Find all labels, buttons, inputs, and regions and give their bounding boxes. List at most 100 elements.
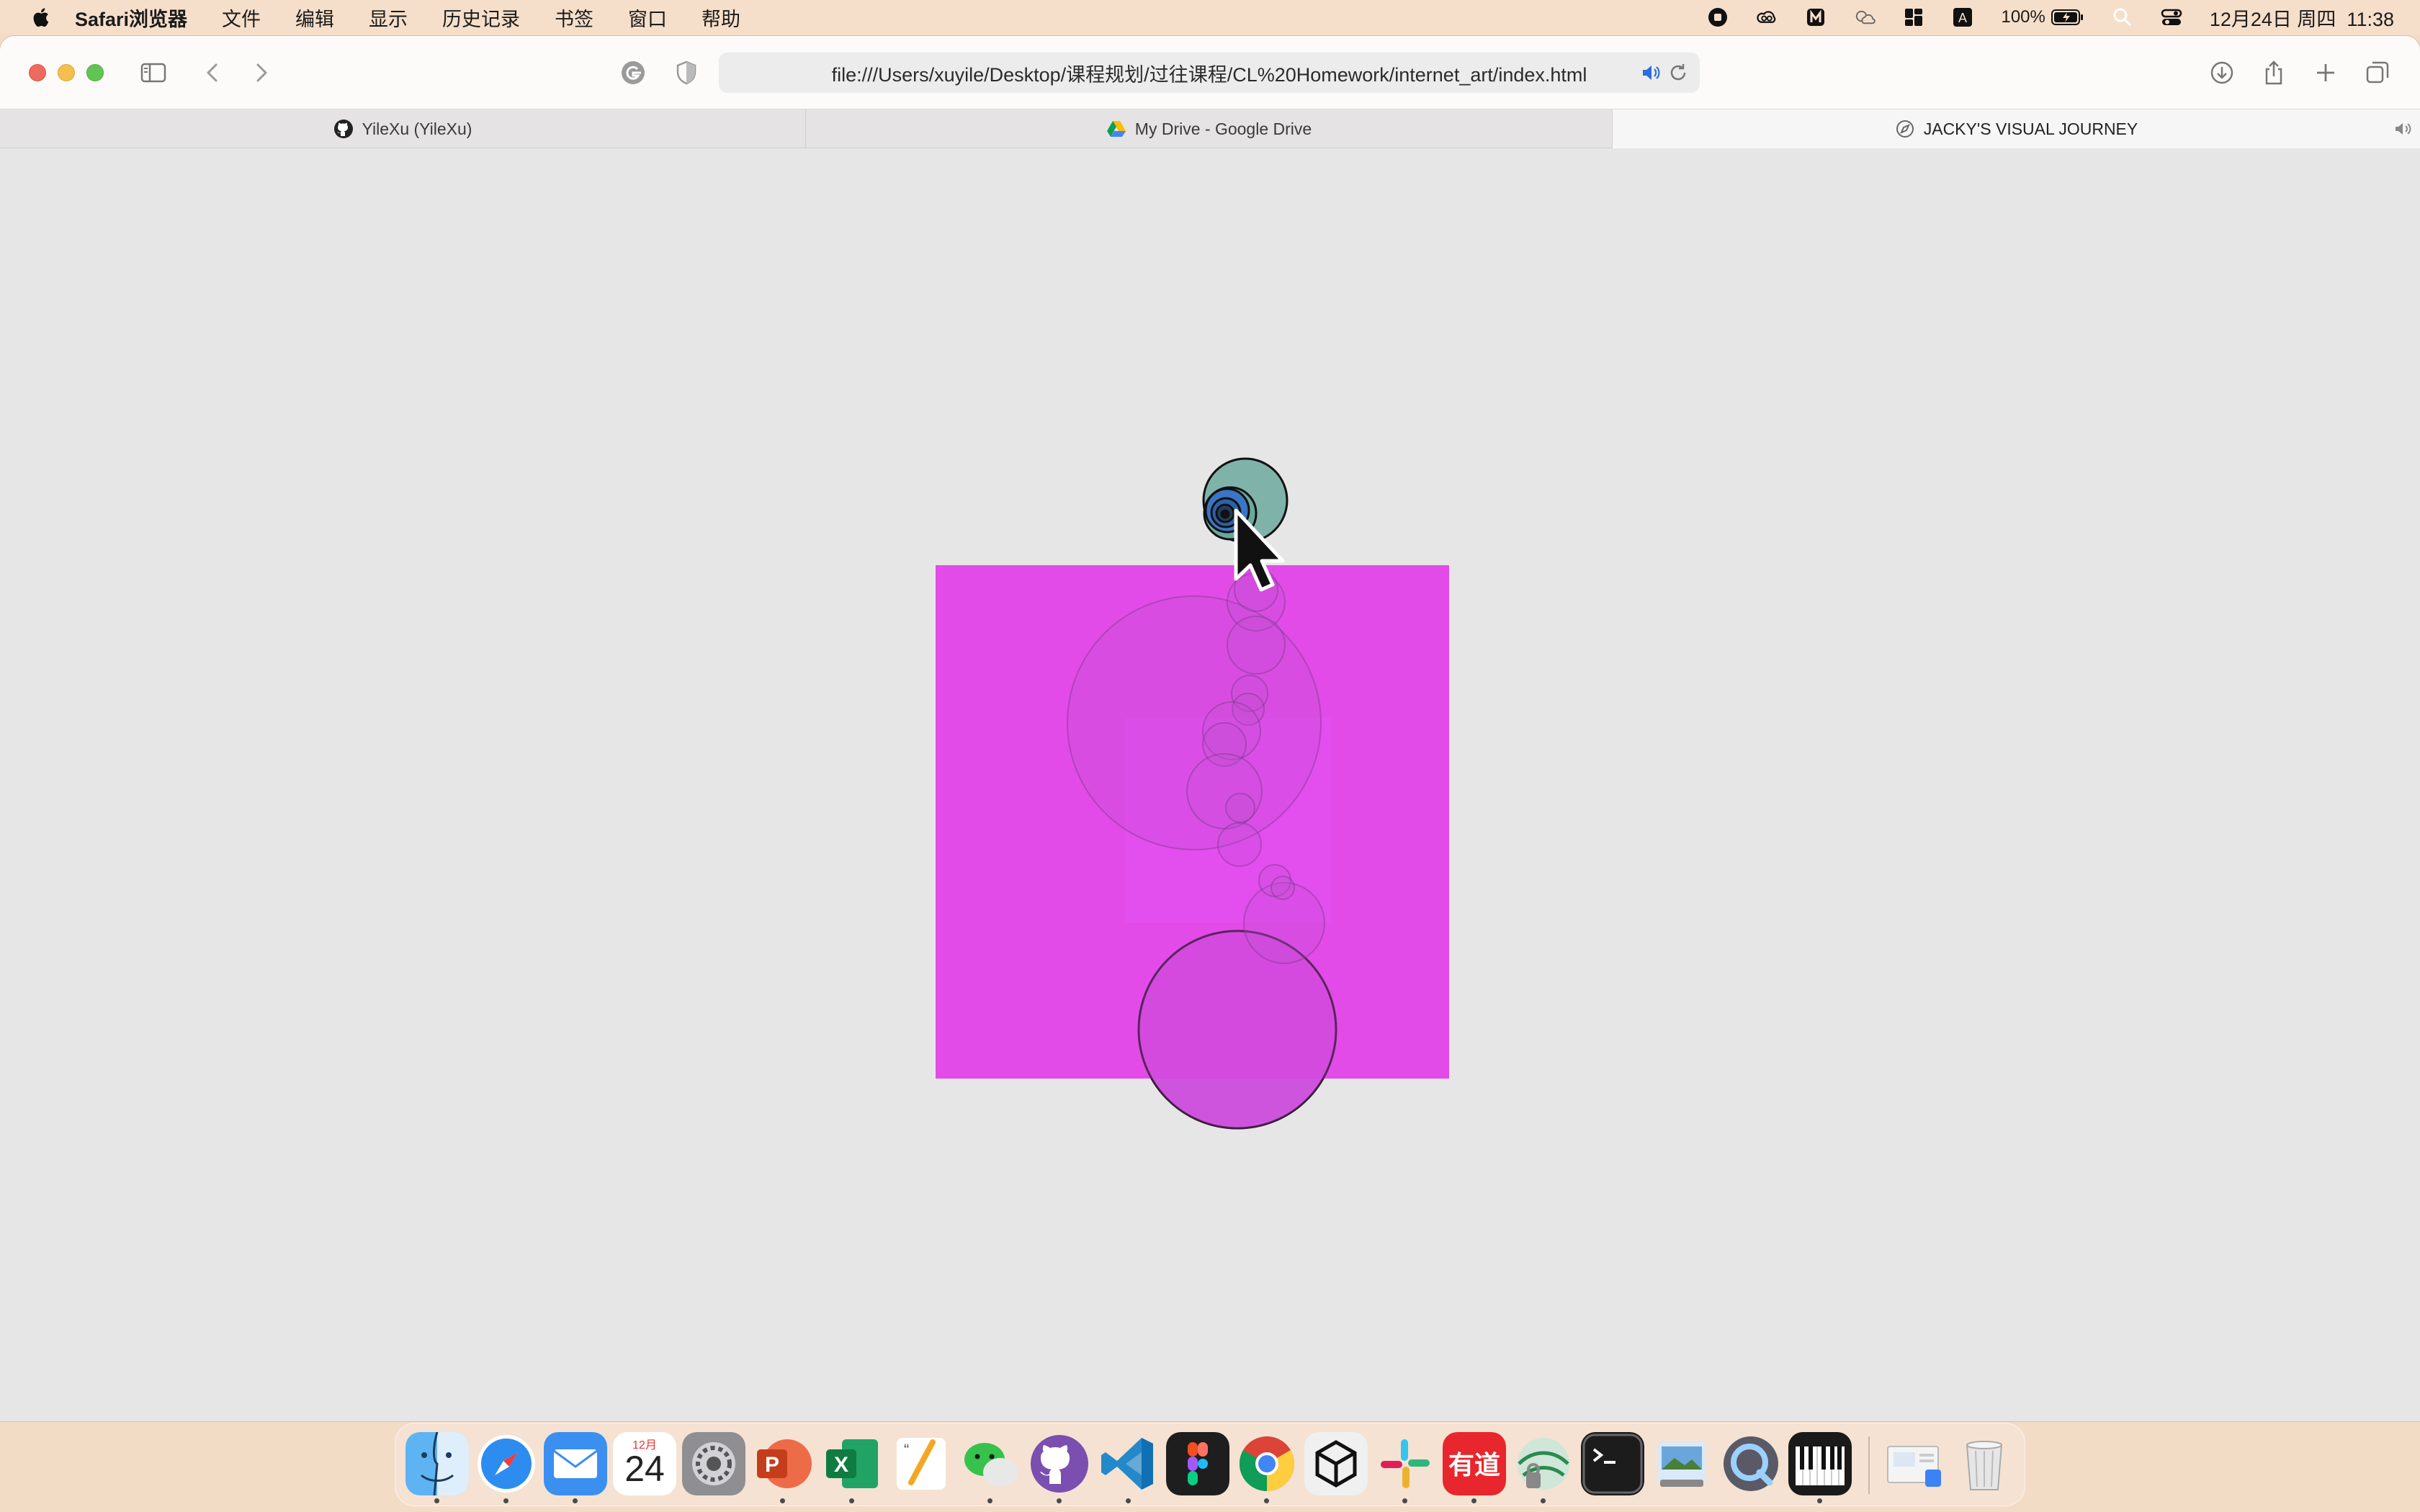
dock-terminal[interactable] [1581, 1432, 1644, 1495]
unity-icon [1304, 1432, 1368, 1495]
menu-bar: Safari浏览器 文件 编辑 显示 历史记录 书签 窗口 帮助 A 100% [0, 0, 2420, 35]
pages-icon: “ [897, 1438, 946, 1490]
dock-running-dot [780, 1498, 785, 1503]
dock-running-dot [1057, 1498, 1062, 1503]
address-bar[interactable]: file:///Users/xuyile/Desktop/课程规划/过往课程/C… [719, 53, 1700, 93]
dock-vscode[interactable] [1097, 1432, 1160, 1495]
privacy-shield-icon[interactable] [671, 58, 702, 88]
menu-window[interactable]: 窗口 [628, 4, 667, 32]
dock-trash[interactable] [1953, 1432, 2016, 1495]
terminal-icon [1581, 1432, 1644, 1495]
dock-excel[interactable]: X [820, 1432, 884, 1495]
svg-text:X: X [834, 1453, 848, 1477]
tab-speaker-icon[interactable] [2393, 119, 2413, 139]
menu-bookmarks[interactable]: 书签 [555, 4, 593, 32]
dock-quicktime[interactable] [1719, 1432, 1783, 1495]
weather-icon[interactable] [1854, 6, 1876, 28]
dock-running-dot [1541, 1498, 1546, 1503]
forward-arrow-icon[interactable] [246, 58, 277, 88]
dock-running-dot [573, 1498, 578, 1503]
dock-piano[interactable] [1788, 1432, 1852, 1495]
apple-icon[interactable] [30, 6, 50, 28]
dock-figma[interactable] [1166, 1432, 1229, 1495]
dock-running-dot [1402, 1498, 1407, 1503]
status-area: A 100% 12月24日 周四 11:38 [1680, 0, 2394, 35]
dock-running-dot [849, 1498, 854, 1503]
dock-calendar[interactable]: 12月 24 [613, 1432, 676, 1495]
dock-slack[interactable] [1373, 1432, 1437, 1495]
figma-icon [1166, 1432, 1229, 1495]
svg-text:“: “ [904, 1441, 909, 1459]
github-desktop-icon [1031, 1435, 1088, 1493]
menu-edit[interactable]: 编辑 [295, 4, 334, 32]
dock-system-preferences[interactable] [682, 1432, 745, 1495]
tab-github[interactable]: YileXu (YileXu) [0, 109, 806, 148]
dock-documents[interactable] [1883, 1432, 1947, 1495]
web-page-viewport[interactable] [0, 149, 2420, 1421]
dock-pages[interactable]: “ [889, 1432, 953, 1495]
zoom-window-button[interactable] [86, 64, 104, 81]
tab-title: YileXu (YileXu) [362, 119, 472, 138]
dock-mail[interactable] [544, 1432, 607, 1495]
dock-running-dot [1471, 1498, 1476, 1503]
vscode-icon [1101, 1438, 1153, 1490]
internet-art-canvas[interactable] [0, 149, 2420, 1421]
creative-cloud-icon[interactable] [1756, 6, 1778, 28]
dock-network[interactable] [1512, 1432, 1575, 1495]
menu-history[interactable]: 历史记录 [442, 4, 520, 32]
downloads-icon[interactable] [2207, 58, 2237, 88]
dock-running-dot [1126, 1498, 1131, 1503]
slack-icon [1381, 1439, 1430, 1488]
sidebar-toggle-icon[interactable] [138, 58, 169, 88]
new-tab-icon[interactable] [2311, 58, 2341, 88]
trash-icon [1966, 1441, 2003, 1490]
menu-help[interactable]: 帮助 [702, 4, 740, 32]
control-center-icon[interactable] [2161, 6, 2182, 28]
tab-bar: YileXu (YileXu) My Drive - Google Drive … [0, 109, 2420, 148]
battery-icon [2051, 9, 2083, 25]
share-icon[interactable] [2259, 58, 2289, 88]
dock-powerpoint[interactable]: P [751, 1432, 815, 1495]
dock-running-dot [1264, 1498, 1269, 1503]
dock-running-dot [434, 1498, 439, 1503]
screen-record-icon[interactable] [1707, 6, 1729, 28]
search-icon[interactable] [2112, 6, 2133, 28]
art-circle [1270, 876, 1295, 900]
menubar-datetime[interactable]: 12月24日 周四 11:38 [2210, 4, 2394, 32]
dock-unity[interactable] [1304, 1432, 1368, 1495]
url-text: file:///Users/xuyile/Desktop/课程规划/过往课程/C… [831, 63, 1587, 86]
maccy-icon[interactable] [1805, 6, 1827, 28]
input-method-icon[interactable]: A [1952, 6, 1973, 28]
menu-view[interactable]: 显示 [369, 4, 408, 32]
dock-finder[interactable] [405, 1432, 469, 1495]
dock-chrome[interactable] [1235, 1432, 1299, 1495]
extension-icon[interactable] [618, 58, 648, 88]
powerpoint-icon: P [757, 1439, 812, 1488]
youdao-icon: 有道 [1443, 1432, 1506, 1495]
dock-running-dot [503, 1498, 508, 1503]
art-circle [1217, 822, 1262, 867]
documents-stack-icon [1887, 1446, 1941, 1487]
back-arrow-icon[interactable] [197, 58, 228, 88]
dock-running-dot [987, 1498, 992, 1503]
dock-youdao[interactable]: 有道 [1443, 1432, 1506, 1495]
tab-visual-journey[interactable]: JACKY'S VISUAL JOURNEY [1613, 109, 2420, 148]
dock-safari[interactable] [475, 1432, 538, 1495]
dock-github-desktop[interactable] [1028, 1432, 1091, 1495]
svg-text:A: A [1958, 11, 1967, 25]
close-window-button[interactable] [29, 64, 46, 81]
tab-overview-icon[interactable] [2362, 58, 2393, 88]
minimize-window-button[interactable] [58, 64, 75, 81]
grid-icon[interactable] [1903, 6, 1924, 28]
battery-status[interactable]: 100% [2001, 7, 2084, 27]
github-icon [333, 120, 353, 138]
reload-icon[interactable] [1667, 61, 1690, 84]
menu-file[interactable]: 文件 [222, 4, 261, 32]
speaker-icon[interactable] [1639, 61, 1662, 84]
dock-wechat[interactable] [959, 1432, 1022, 1495]
dock-preview[interactable] [1650, 1432, 1713, 1495]
browser-toolbar: file:///Users/xuyile/Desktop/课程规划/过往课程/C… [0, 36, 2420, 109]
chrome-icon [1239, 1436, 1295, 1491]
tab-google-drive[interactable]: My Drive - Google Drive [806, 109, 1613, 148]
menu-app-name[interactable]: Safari浏览器 [75, 4, 187, 32]
